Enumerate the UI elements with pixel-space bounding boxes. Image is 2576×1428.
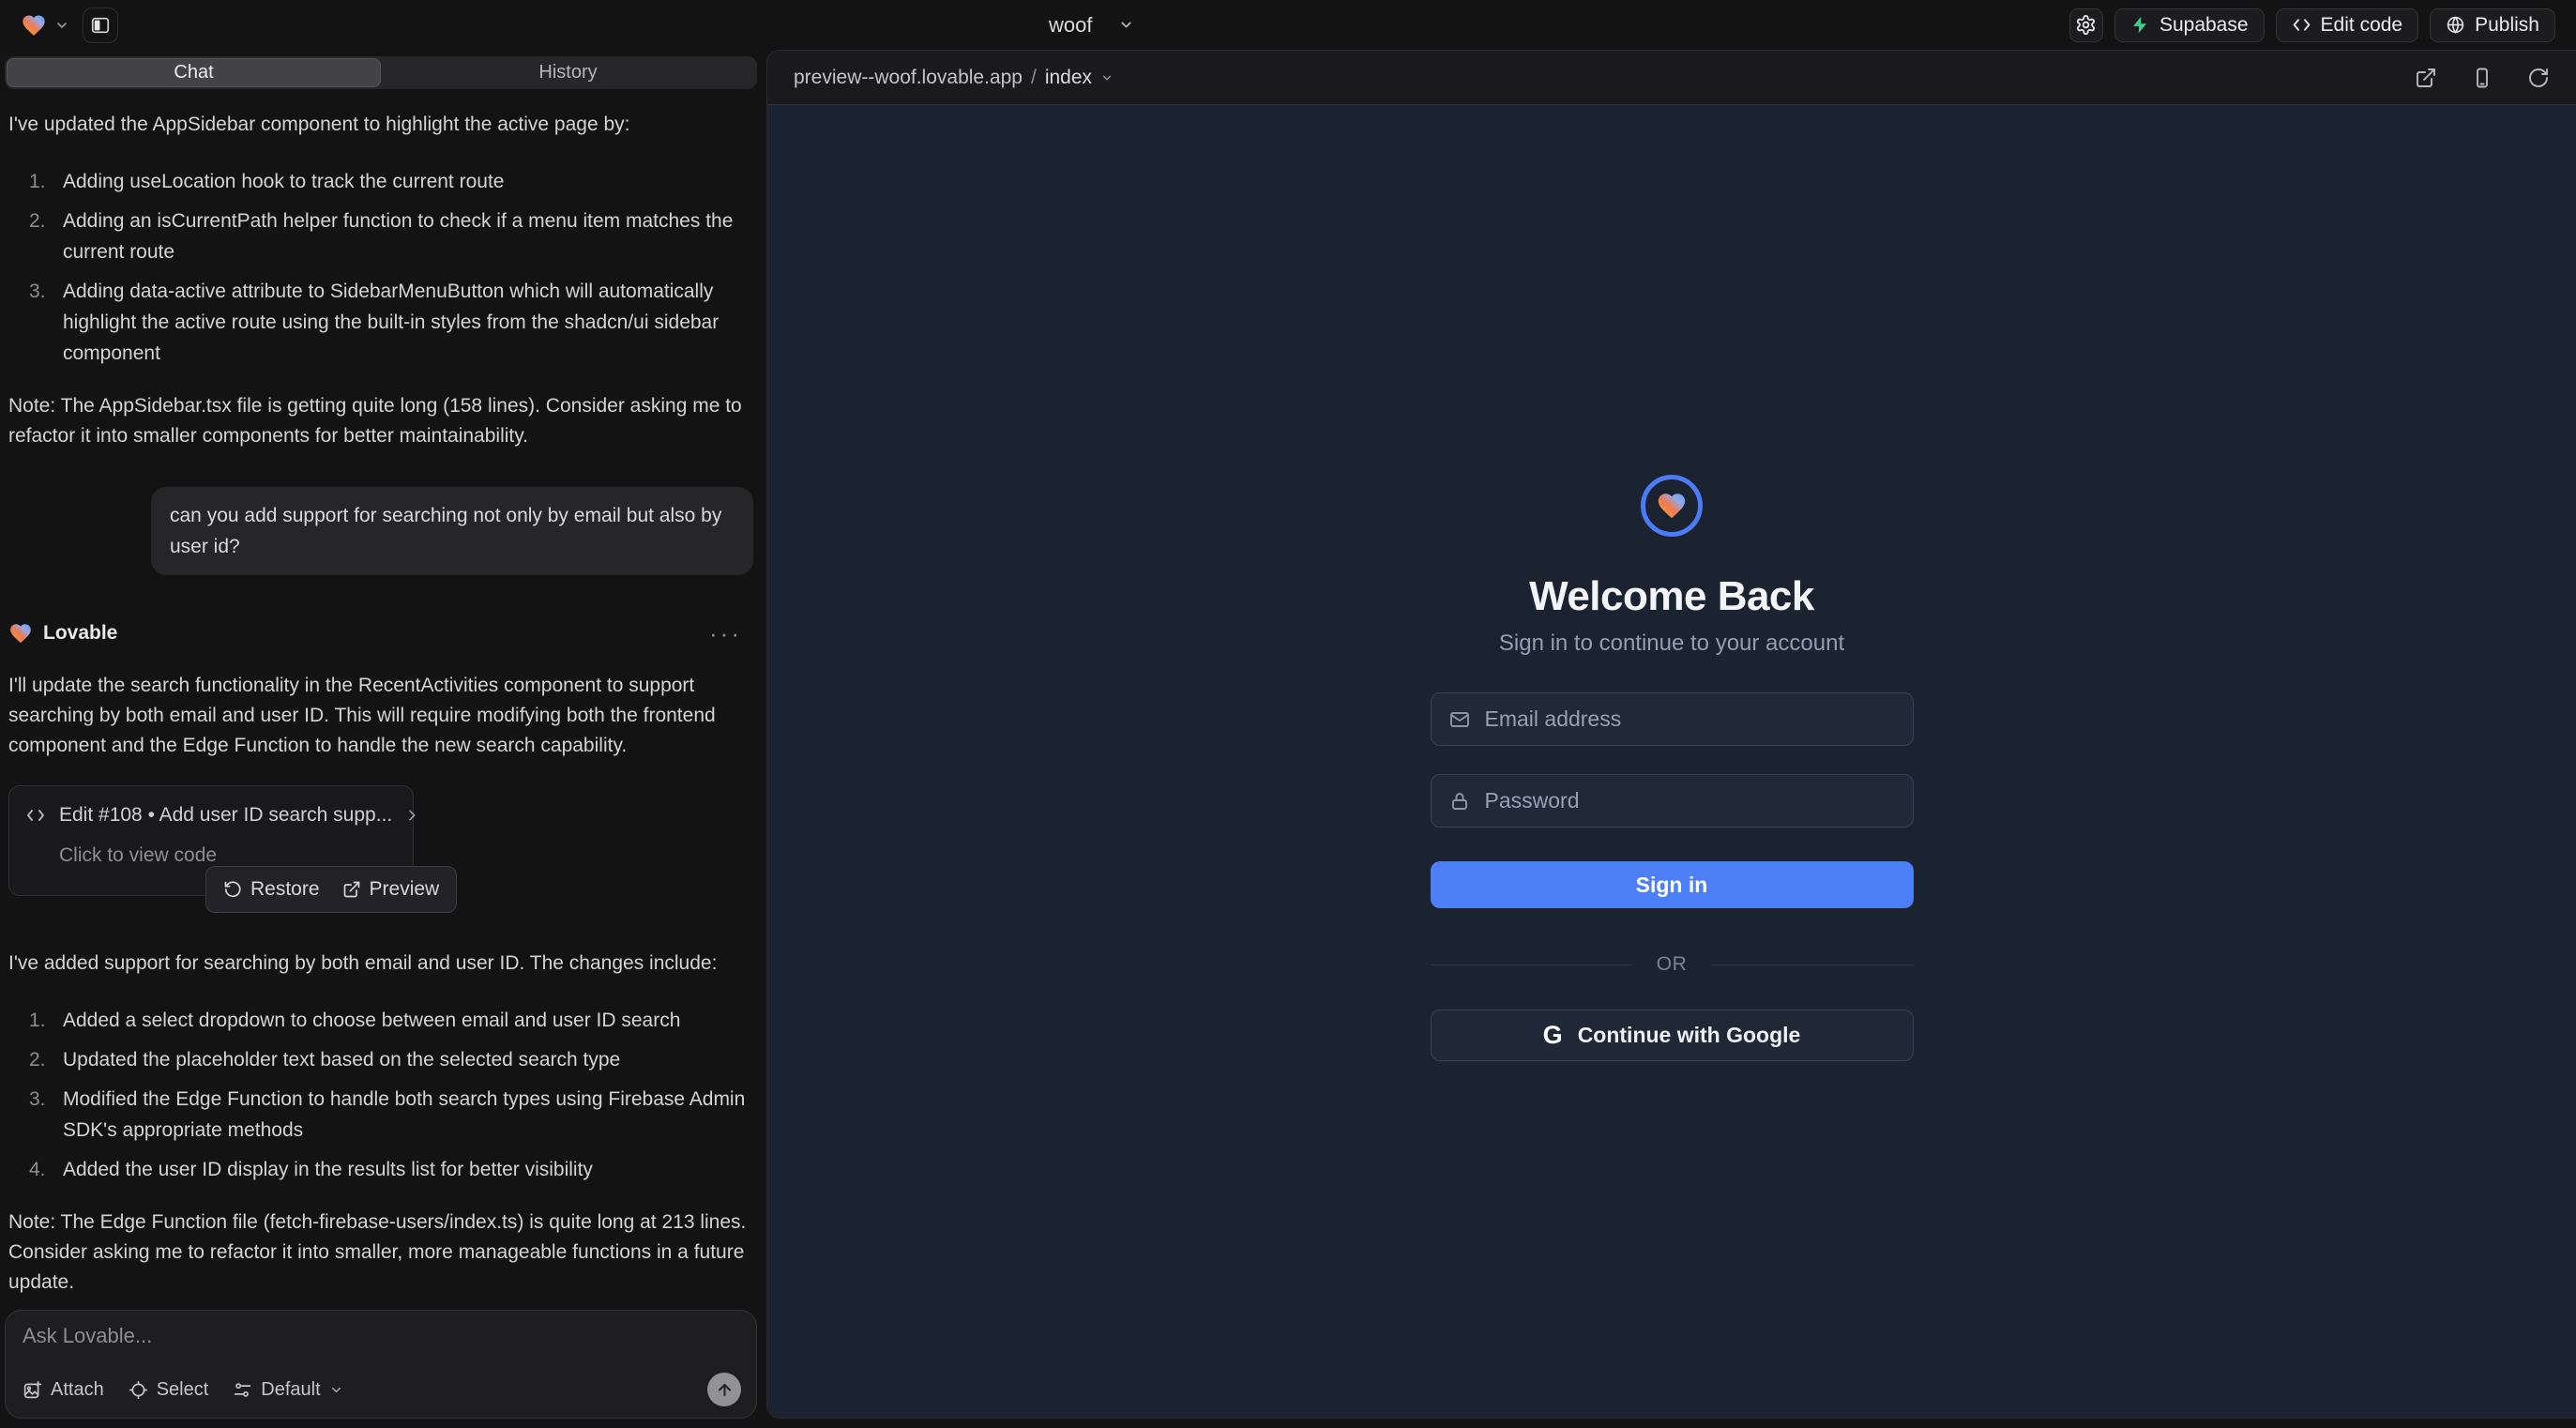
- mode-selector[interactable]: Default: [233, 1379, 342, 1401]
- preview-viewport: Welcome Back Sign in to continue to your…: [767, 105, 2576, 1418]
- tab-chat[interactable]: Chat: [7, 58, 381, 87]
- list-item: 1. Added a select dropdown to choose bet…: [29, 1005, 753, 1036]
- page-subtitle: Sign in to continue to your account: [1499, 630, 1844, 657]
- panel-left-icon: [90, 15, 111, 36]
- settings-button[interactable]: [2069, 8, 2103, 42]
- chevron-down-icon: [54, 18, 69, 33]
- user-message-text: can you add support for searching not on…: [170, 505, 721, 557]
- chevron-down-icon: [329, 1383, 343, 1397]
- tab-history[interactable]: History: [381, 58, 755, 87]
- code-brackets-icon: [2292, 15, 2311, 35]
- project-chevron-down-icon[interactable]: [1118, 17, 1134, 33]
- assistant-name: Lovable: [43, 618, 117, 648]
- edit-card-title: Edit #108 • Add user ID search supp...: [59, 800, 392, 830]
- mobile-view-button[interactable]: [2471, 67, 2493, 89]
- restore-button[interactable]: Restore: [223, 874, 320, 904]
- chat-history-tabs: Chat History: [5, 56, 757, 89]
- edit-code-label: Edit code: [2321, 14, 2403, 37]
- preview-url-bar: preview--woof.lovable.app / index: [767, 51, 2576, 105]
- or-divider: OR: [1431, 953, 1914, 976]
- publish-button[interactable]: Publish: [2430, 8, 2555, 42]
- preview-panel: preview--woof.lovable.app / index: [766, 50, 2576, 1419]
- chevron-down-icon[interactable]: [1100, 71, 1114, 84]
- assistant-note: Note: The Edge Function file (fetch-fire…: [8, 1208, 753, 1298]
- assistant-message-header: Lovable ···: [8, 618, 753, 648]
- chat-input[interactable]: [23, 1324, 741, 1348]
- assistant-paragraph: I'll update the search functionality in …: [8, 671, 753, 761]
- select-element-button[interactable]: Select: [129, 1379, 209, 1401]
- signin-form: Welcome Back Sign in to continue to your…: [1431, 475, 1914, 1418]
- globe-icon: [2446, 15, 2465, 35]
- message-menu-button[interactable]: ···: [709, 624, 742, 643]
- chat-panel: Chat History I've updated the AppSidebar…: [5, 50, 757, 1419]
- list-item: 3. Adding data-active attribute to Sideb…: [29, 276, 753, 369]
- app-logo-badge: [1641, 475, 1703, 537]
- supabase-icon: [2130, 15, 2150, 35]
- email-input[interactable]: [1485, 706, 1896, 732]
- assistant-note: Note: The AppSidebar.tsx file is getting…: [8, 391, 753, 451]
- list-item: 2. Updated the placeholder text based on…: [29, 1044, 753, 1075]
- external-link-icon: [342, 880, 361, 899]
- edit-code-button[interactable]: Edit code: [2276, 8, 2419, 42]
- mail-icon: [1448, 708, 1471, 731]
- supabase-label: Supabase: [2159, 14, 2249, 37]
- publish-label: Publish: [2475, 14, 2539, 37]
- password-field[interactable]: [1431, 774, 1914, 828]
- attach-button[interactable]: Attach: [23, 1379, 104, 1401]
- arrow-up-icon: [716, 1381, 734, 1399]
- chat-message-list[interactable]: I've updated the AppSidebar component to…: [5, 89, 757, 1310]
- assistant-paragraph: I've updated the AppSidebar component to…: [8, 110, 753, 140]
- edit-code-card[interactable]: Edit #108 • Add user ID search supp... C…: [8, 785, 414, 896]
- lock-icon: [1448, 790, 1471, 813]
- open-in-new-tab-button[interactable]: [2415, 67, 2437, 89]
- lovable-logo-menu[interactable]: [21, 12, 69, 38]
- user-message-bubble: can you add support for searching not on…: [151, 487, 753, 575]
- chat-composer: Attach Select Default: [5, 1310, 757, 1419]
- lovable-heart-icon: [21, 12, 47, 38]
- chevron-right-icon: [404, 808, 419, 823]
- email-field[interactable]: [1431, 692, 1914, 746]
- toggle-sidebar-button[interactable]: [83, 8, 118, 43]
- preview-url[interactable]: preview--woof.lovable.app: [794, 67, 1023, 89]
- sliders-icon: [233, 1380, 252, 1400]
- page-title: Welcome Back: [1529, 572, 1814, 621]
- code-brackets-icon: [24, 804, 47, 827]
- list-item: 4. Added the user ID display in the resu…: [29, 1154, 753, 1185]
- target-icon: [129, 1380, 148, 1400]
- assistant-numbered-list: 1. Adding useLocation hook to track the …: [8, 166, 753, 369]
- preview-button[interactable]: Preview: [342, 874, 440, 904]
- gear-icon: [2075, 14, 2097, 36]
- refresh-button[interactable]: [2527, 67, 2550, 89]
- list-item: 2. Adding an isCurrentPath helper functi…: [29, 205, 753, 267]
- continue-with-google-button[interactable]: G Continue with Google: [1431, 1010, 1914, 1061]
- topbar: woof Supabase Edit code Publish: [0, 0, 2576, 50]
- assistant-numbered-list: 1. Added a select dropdown to choose bet…: [8, 1005, 753, 1185]
- heart-logo-icon: [1656, 490, 1688, 522]
- lovable-heart-icon: [8, 621, 33, 646]
- google-g-icon: G: [1543, 1021, 1563, 1050]
- image-plus-icon: [23, 1380, 42, 1400]
- send-button[interactable]: [707, 1373, 741, 1406]
- preview-route[interactable]: index: [1045, 67, 1092, 89]
- restore-icon: [223, 880, 242, 899]
- project-title[interactable]: woof: [1049, 13, 1092, 38]
- supabase-button[interactable]: Supabase: [2114, 8, 2265, 42]
- sign-in-button[interactable]: Sign in: [1431, 861, 1914, 908]
- list-item: 3. Modified the Edge Function to handle …: [29, 1084, 753, 1146]
- google-button-label: Continue with Google: [1578, 1023, 1801, 1048]
- password-input[interactable]: [1485, 788, 1896, 813]
- divider-label: OR: [1657, 953, 1688, 976]
- assistant-paragraph: I've added support for searching by both…: [8, 949, 753, 979]
- list-item: 1. Adding useLocation hook to track the …: [29, 166, 753, 197]
- edit-card-actions: Restore Preview: [205, 866, 457, 913]
